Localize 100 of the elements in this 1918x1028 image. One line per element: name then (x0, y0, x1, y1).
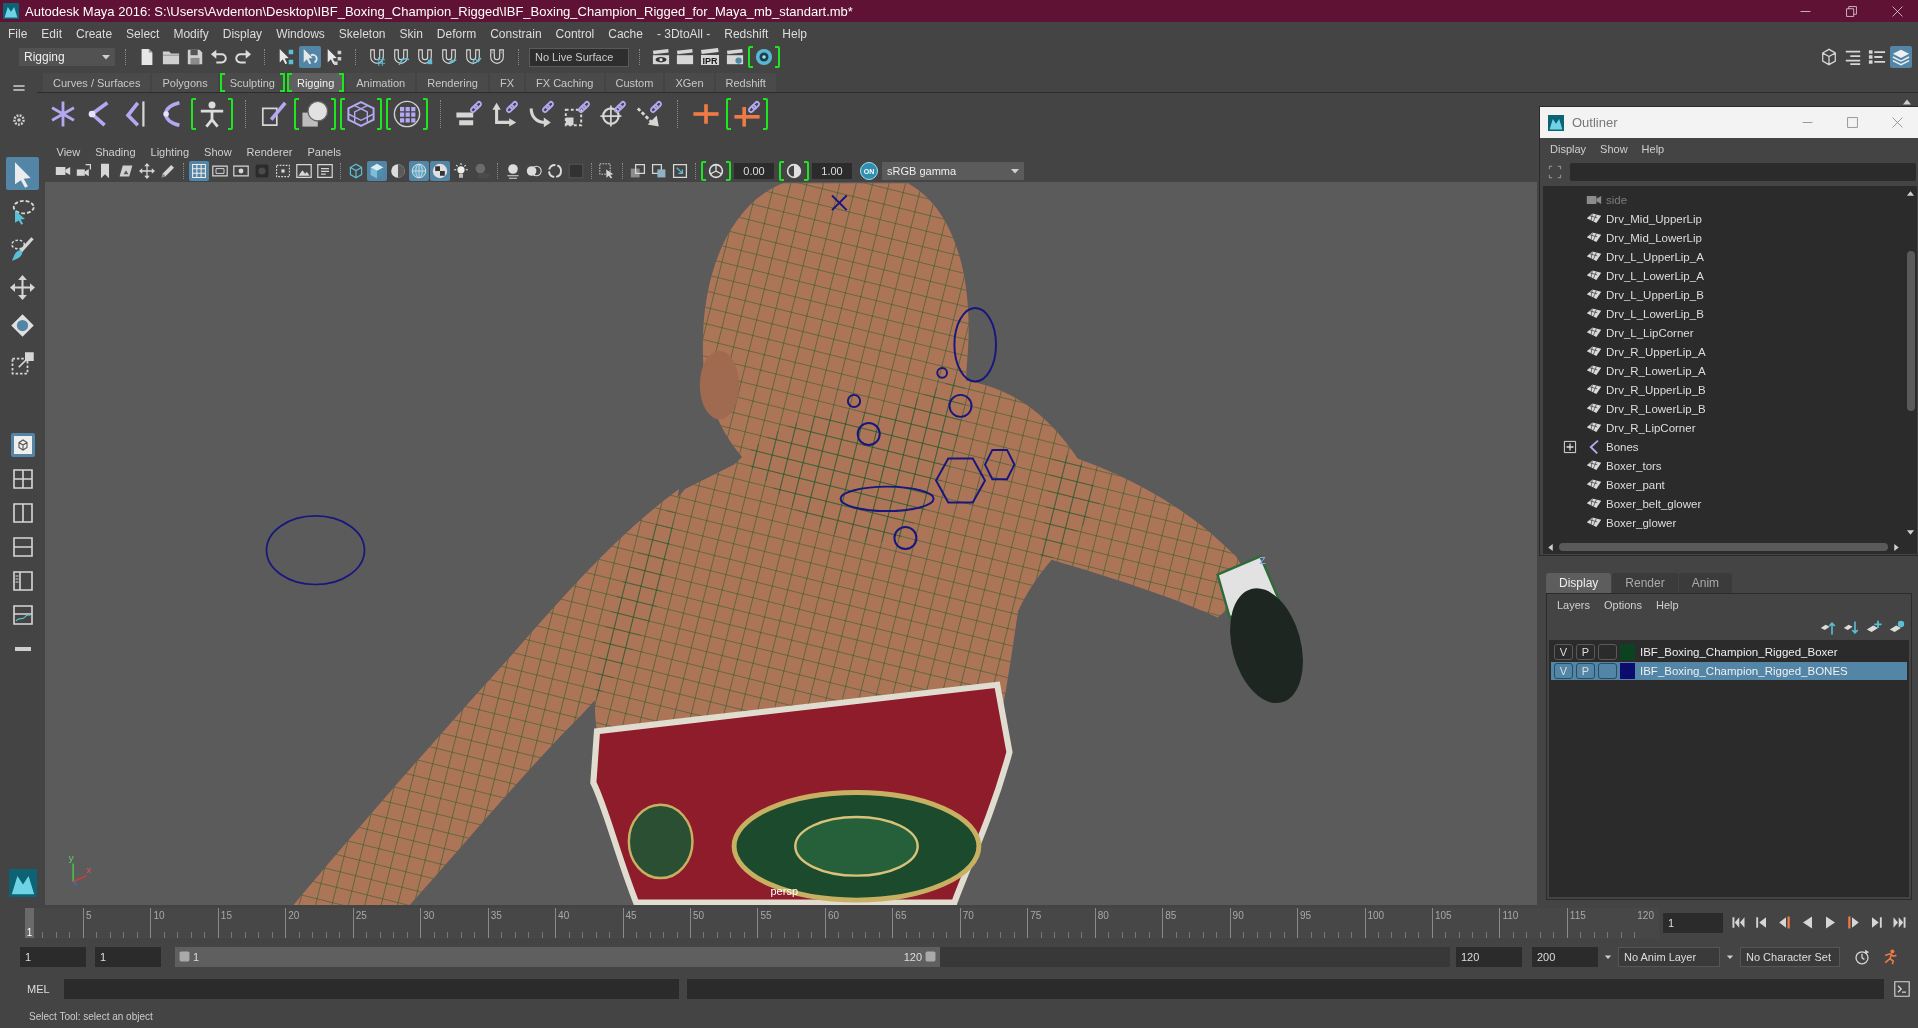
layer-down-icon[interactable] (1843, 620, 1859, 636)
gamma-field[interactable]: 1.00 (812, 163, 852, 179)
menu-item[interactable]: Help (1634, 143, 1672, 155)
menu-item[interactable]: Modify (166, 25, 216, 42)
slider-handle-icon[interactable] (925, 951, 936, 962)
menu-item[interactable]: Cache (601, 25, 650, 42)
shelf-tab[interactable]: Curves / Surfaces (43, 73, 151, 92)
expand-icon[interactable] (1563, 439, 1577, 454)
shelf-tab[interactable]: Custom (605, 73, 664, 92)
menu-item[interactable]: Help (775, 25, 814, 42)
shelf-tab[interactable]: Rigging (286, 73, 345, 92)
scroll-left-icon[interactable] (1546, 542, 1555, 552)
menu-item[interactable]: Options (1597, 599, 1649, 611)
shelf-tab[interactable]: Polygons (152, 73, 218, 92)
outliner-item[interactable]: Drv_L_UpperLip_A (1606, 250, 1704, 263)
menu-item[interactable]: Windows (269, 25, 332, 42)
menu-item[interactable]: Help (1648, 599, 1686, 611)
crosshair-link-icon[interactable] (597, 98, 629, 130)
move-arrows-icon[interactable] (137, 161, 157, 181)
outliner-item[interactable]: Drv_L_LowerLip_B (1606, 307, 1704, 320)
terminal-icon[interactable] (1892, 978, 1912, 999)
single-view-icon[interactable] (10, 433, 35, 457)
panel-menu[interactable]: Panels (299, 145, 349, 158)
outliner-item[interactable]: Drv_R_UpperLip_B (1606, 383, 1706, 396)
shelf-tab[interactable]: Redshift (715, 73, 776, 92)
current-frame-marker[interactable]: 1 (25, 907, 34, 938)
outliner-item[interactable]: Boxer_belt_glower (1606, 497, 1702, 510)
range-slider-track[interactable]: 1 120 (175, 946, 1450, 967)
menu-item[interactable]: Edit (34, 25, 70, 42)
settings-icon[interactable] (11, 113, 26, 127)
corner-brackets-icon[interactable] (1548, 165, 1562, 179)
outliner-item[interactable]: Drv_L_LipCorner (1606, 326, 1694, 339)
layer-color-swatch[interactable] (1620, 644, 1635, 660)
menu-item[interactable]: Control (548, 25, 602, 42)
text-lines-icon[interactable] (315, 161, 335, 181)
panel-menu[interactable]: Lighting (143, 145, 197, 158)
menu-item[interactable]: Show (1593, 143, 1635, 155)
outliner-item[interactable]: Boxer_pant (1606, 478, 1665, 491)
menu-item[interactable]: Layers (1550, 599, 1598, 611)
ring-icon[interactable] (545, 161, 565, 181)
corner-square-icon[interactable] (670, 161, 690, 181)
stacked-view-icon[interactable] (10, 535, 35, 559)
dropdown-arrow-icon[interactable] (1726, 952, 1734, 961)
menu-item[interactable]: - 3DtoAll - (649, 25, 718, 42)
checker-icon[interactable] (430, 161, 450, 181)
current-frame-field[interactable]: 1 (1663, 912, 1723, 933)
playback-end-field[interactable]: 120 (1456, 946, 1522, 967)
scroll-up-icon[interactable] (1906, 189, 1915, 198)
command-language-label[interactable]: MEL (27, 982, 64, 995)
arrow-cursor-icon[interactable] (6, 157, 39, 190)
panel-menu[interactable]: Show (196, 145, 240, 158)
exposure-field[interactable]: 0.00 (734, 163, 774, 179)
layer-color-swatch[interactable] (1620, 663, 1635, 679)
outliner-item[interactable]: Drv_L_LowerLip_A (1606, 269, 1704, 282)
panel-menu[interactable]: View (49, 145, 88, 158)
outliner-item[interactable]: Drv_R_UpperLip_A (1606, 345, 1706, 358)
range-slider-bar[interactable]: 1 120 (175, 946, 940, 967)
bulb-icon[interactable] (451, 161, 471, 181)
playback-start-field[interactable]: 1 (95, 946, 161, 967)
slider-handle-icon[interactable] (179, 951, 190, 962)
half-circle-icon[interactable] (388, 161, 408, 181)
restore-icon[interactable] (1846, 5, 1857, 17)
shelf-tab[interactable]: Animation (346, 73, 416, 92)
graph-view-icon[interactable] (10, 603, 35, 627)
menu-item[interactable]: Select (119, 25, 167, 42)
layer-editor-tab[interactable]: Anim (1678, 573, 1733, 593)
menu-item[interactable]: Redshift (717, 25, 776, 42)
layer-row[interactable]: V P IBF_Boxing_Champion_Rigged_Boxer (1551, 643, 1907, 661)
character-set-dropdown[interactable]: No Character Set (1740, 946, 1840, 967)
menu-item[interactable]: Skin (392, 25, 430, 42)
anim-layer-dropdown[interactable]: No Anim Layer (1618, 946, 1720, 967)
menu-item[interactable]: Display (215, 25, 270, 42)
menu-item[interactable]: Constrain (483, 25, 549, 42)
menu-item[interactable]: Deform (429, 25, 484, 42)
layers-icon[interactable] (1890, 46, 1912, 68)
outliner-item[interactable]: Drv_Mid_LowerLip (1606, 231, 1702, 244)
search-field[interactable] (1570, 163, 1916, 181)
outliner-item[interactable]: Drv_Mid_UpperLip (1606, 212, 1702, 225)
layer-editor-tab[interactable]: Render (1612, 573, 1678, 593)
display-type-toggle[interactable] (1598, 644, 1617, 660)
live-surface-field[interactable]: No Live Surface (529, 47, 629, 67)
outliner-item[interactable]: Bones (1606, 440, 1639, 453)
aperture-icon[interactable] (701, 161, 731, 181)
outliner-item[interactable]: Boxer_tors (1606, 459, 1662, 472)
panel-menu[interactable]: Shading (87, 145, 144, 158)
cursor-hook-icon[interactable] (299, 46, 321, 68)
shelf-tab[interactable]: Sculpting (219, 73, 285, 92)
outliner-item[interactable]: Drv_R_LowerLip_B (1606, 402, 1706, 415)
shaded-cube-icon[interactable] (367, 161, 387, 181)
layer-row[interactable]: V P IBF_Boxing_Champion_Rigged_BONES (1551, 662, 1907, 680)
start-time-field[interactable]: 1 (20, 946, 86, 967)
sphere-box-icon[interactable] (294, 98, 336, 130)
outliner-item[interactable]: Drv_R_LipCorner (1606, 421, 1696, 434)
outliner-item[interactable]: Drv_R_LowerLip_A (1606, 364, 1706, 377)
grid-icon[interactable] (189, 161, 209, 181)
menu-item[interactable]: Create (69, 25, 120, 42)
shelf-tab[interactable]: Rendering (417, 73, 488, 92)
scroll-down-icon[interactable] (1906, 528, 1915, 537)
menu-set-dropdown[interactable]: Rigging (19, 48, 115, 66)
scrollbar-thumb[interactable] (1906, 251, 1915, 411)
